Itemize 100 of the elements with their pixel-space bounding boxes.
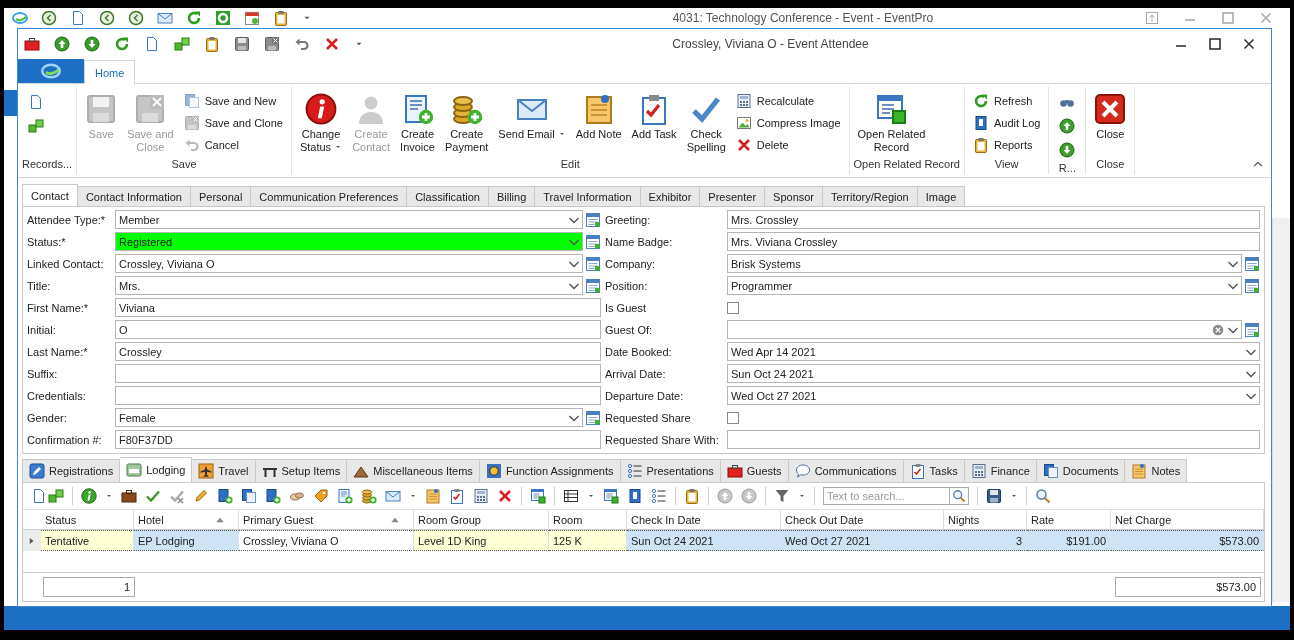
tab[interactable]: Finance <box>964 459 1037 483</box>
dropdown-field[interactable]: Programmer <box>727 276 1242 295</box>
column-header[interactable]: Check Out Date <box>781 510 944 530</box>
ribbon-button[interactable]: Audit Log <box>968 113 1045 133</box>
dropdown-field[interactable] <box>727 320 1242 339</box>
dropdown-field[interactable]: Registered <box>115 232 583 251</box>
invoice-icon[interactable] <box>337 488 353 504</box>
clipboard-icon[interactable] <box>684 488 700 504</box>
tab[interactable]: Function Assignments <box>479 459 621 483</box>
dropdown-arrow-icon[interactable] <box>409 492 417 500</box>
delete-icon[interactable] <box>324 36 340 52</box>
calculator-icon[interactable] <box>473 488 489 504</box>
ribbon-button[interactable]: Add Note <box>571 91 626 143</box>
dropdown-arrow-icon[interactable] <box>105 492 113 500</box>
list-window-icon[interactable] <box>1244 277 1260 294</box>
checklist-icon[interactable] <box>449 488 465 504</box>
text-field[interactable]: O <box>115 320 601 339</box>
tab[interactable]: Sponsor <box>765 186 824 207</box>
ribbon-button[interactable]: Send Email <box>494 91 570 143</box>
maximize-icon[interactable] <box>1207 36 1223 52</box>
dropdown-field[interactable]: Wed Apr 14 2021 <box>727 342 1260 361</box>
ribbon-button[interactable]: Create Payment <box>440 91 493 156</box>
document-icon[interactable] <box>144 36 160 52</box>
close-icon[interactable] <box>1241 36 1257 52</box>
ribbon-button[interactable]: Refresh <box>968 91 1045 111</box>
spreadsheet-icon[interactable] <box>563 488 579 504</box>
dropdown-field[interactable]: Wed Oct 27 2021 <box>727 386 1260 405</box>
search-icon[interactable] <box>952 489 966 503</box>
ribbon-button[interactable]: Create Invoice <box>396 91 439 156</box>
column-header[interactable]: Rate <box>1027 510 1111 530</box>
logo-icon[interactable] <box>12 10 28 26</box>
cubes-icon[interactable] <box>48 488 64 504</box>
text-field[interactable] <box>115 386 601 405</box>
note-icon[interactable] <box>425 488 441 504</box>
tab[interactable]: Contact <box>22 184 78 207</box>
list-window-icon[interactable] <box>1244 255 1260 272</box>
tab[interactable]: Communication Preferences <box>251 186 408 207</box>
dropdown-field[interactable]: Sun Oct 24 2021 <box>727 364 1260 383</box>
tab[interactable]: Registrations <box>22 459 121 483</box>
tag-icon[interactable] <box>313 488 329 504</box>
text-field[interactable]: Mrs. Viviana Crossley <box>727 232 1260 251</box>
delete-icon[interactable] <box>497 488 513 504</box>
tab[interactable]: Travel <box>192 459 256 483</box>
text-field[interactable]: F80F37DD <box>115 430 601 449</box>
tab[interactable]: Presenter <box>700 186 766 207</box>
dropdown-field[interactable]: Crossley, Viviana O <box>115 254 583 273</box>
refresh-icon[interactable] <box>186 10 202 26</box>
tab[interactable]: Travel Information <box>535 186 641 207</box>
document-icon[interactable] <box>70 10 86 26</box>
text-field[interactable] <box>727 430 1260 449</box>
tab[interactable]: Territory/Region <box>823 186 918 207</box>
column-header[interactable]: Nights <box>944 510 1027 530</box>
dropdown-field[interactable]: Member <box>115 210 583 229</box>
list-icon[interactable] <box>651 488 667 504</box>
column-header[interactable]: Room <box>549 510 627 530</box>
window-icon[interactable] <box>530 488 546 504</box>
list-window-icon[interactable] <box>585 409 601 426</box>
check-icon[interactable] <box>145 488 161 504</box>
text-field[interactable] <box>115 364 601 383</box>
dropdown-field[interactable]: Brisk Systems <box>727 254 1242 273</box>
column-header[interactable]: Net Charge <box>1111 510 1264 530</box>
info-icon[interactable] <box>81 488 97 504</box>
check-x-icon[interactable] <box>169 488 185 504</box>
tab[interactable]: Setup Items <box>255 459 348 483</box>
list-window-icon[interactable] <box>585 233 601 250</box>
document-plus-icon[interactable] <box>265 488 281 504</box>
tab[interactable]: Presentations <box>620 459 721 483</box>
envelope-icon[interactable] <box>385 488 401 504</box>
window-icon[interactable] <box>603 488 619 504</box>
tab[interactable]: Miscellaneous Items <box>347 459 480 483</box>
tab[interactable]: Notes <box>1125 459 1188 483</box>
dropdown-arrow-icon[interactable] <box>1010 492 1018 500</box>
tab[interactable]: Communications <box>788 459 904 483</box>
cubes-icon[interactable] <box>174 36 190 52</box>
filter-icon[interactable] <box>774 488 790 504</box>
list-window-icon[interactable] <box>1244 321 1260 338</box>
ribbon-button[interactable]: Compress Image <box>731 113 845 133</box>
checkbox[interactable] <box>727 301 739 314</box>
pin-icon[interactable] <box>1144 10 1160 26</box>
list-window-icon[interactable] <box>585 211 601 228</box>
column-header[interactable]: Hotel <box>134 510 239 530</box>
dropdown-arrow-icon[interactable] <box>798 492 806 500</box>
undo-icon[interactable] <box>294 36 310 52</box>
tab[interactable]: Classification <box>407 186 489 207</box>
dropdown-arrow-icon[interactable] <box>587 492 595 500</box>
text-field[interactable]: Viviana <box>115 298 601 317</box>
column-header[interactable]: Room Group <box>414 510 549 530</box>
text-field[interactable]: Crossley <box>115 342 601 361</box>
document-plus-icon[interactable] <box>217 488 233 504</box>
ribbon-button[interactable]: Add Task <box>627 91 681 143</box>
ribbon-button[interactable]: Change Status <box>295 91 347 156</box>
ribbon-tab[interactable]: Home <box>84 60 136 84</box>
row-header[interactable] <box>23 530 41 551</box>
documents-icon[interactable] <box>241 488 257 504</box>
floppy-disk-x-icon[interactable] <box>264 36 280 52</box>
envelope-icon[interactable] <box>157 10 173 26</box>
pencil-icon[interactable] <box>193 488 209 504</box>
refresh-icon[interactable] <box>114 36 130 52</box>
ribbon-button[interactable]: Check Spelling <box>682 91 730 156</box>
text-field[interactable]: Mrs. Crossley <box>727 210 1260 229</box>
